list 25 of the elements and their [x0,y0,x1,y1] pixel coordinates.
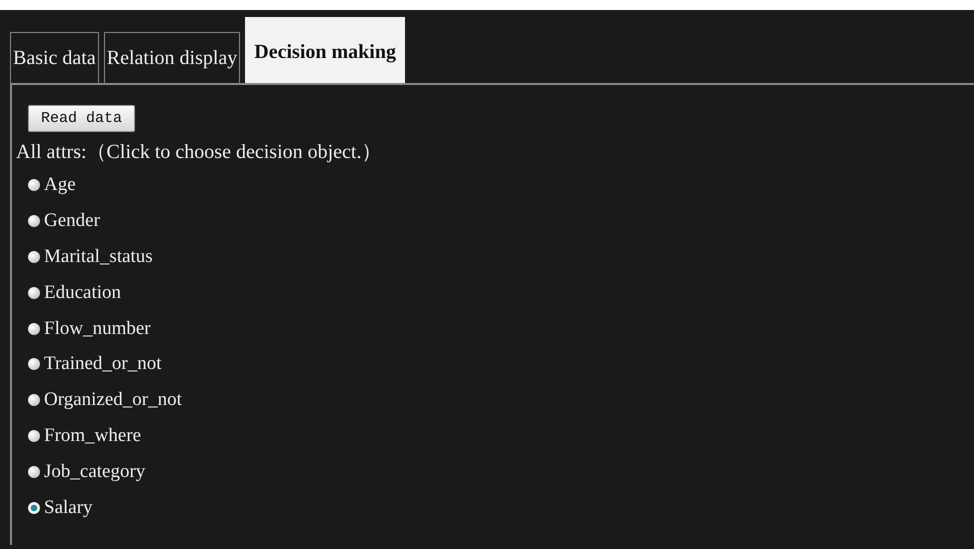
tab[interactable]: Relation display [104,32,240,83]
radio-label[interactable]: Education [44,282,122,304]
radio-label[interactable]: Job_category [44,461,146,484]
tab[interactable]: Decision making [245,17,405,83]
radio-label[interactable]: Organized_or_not [44,389,182,412]
radio-button[interactable] [28,394,40,406]
tab[interactable]: Basic data [10,32,99,83]
radio-label[interactable]: Gender [44,210,100,232]
radio-button[interactable] [28,358,40,370]
radio-button[interactable] [28,466,40,478]
radio-label[interactable]: Marital_status [44,246,153,268]
radio-label[interactable]: Salary [44,496,93,519]
radio-button[interactable] [28,286,40,299]
radio-label[interactable]: Age [44,174,76,196]
radio-button[interactable] [28,250,40,263]
radio-button[interactable] [28,502,40,514]
radio-button[interactable] [28,430,40,442]
radio-label[interactable]: Trained_or_not [44,353,162,376]
radio-button[interactable] [28,214,40,227]
radio-label[interactable]: Flow_number [44,318,151,340]
radio-button[interactable] [28,322,40,334]
instruction-text: All attrs:（Click to choose decision object.） [16,140,382,165]
read-data-button[interactable]: Read data [28,105,136,132]
radio-label[interactable]: From_where [44,425,142,448]
radio-button[interactable] [28,178,40,191]
